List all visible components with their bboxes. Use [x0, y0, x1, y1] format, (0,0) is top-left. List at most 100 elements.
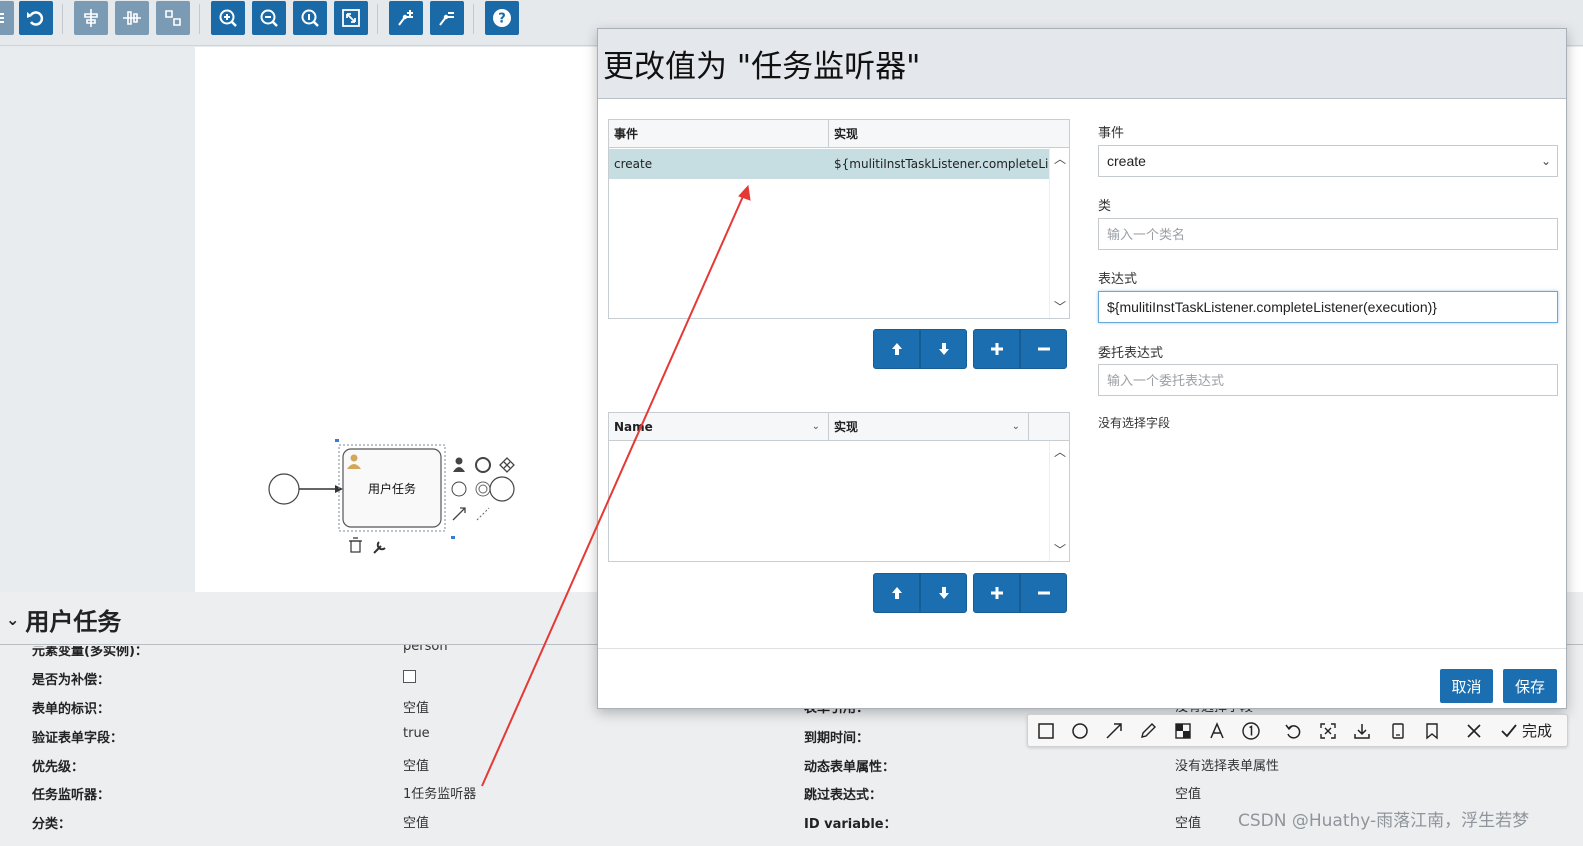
column-header-event[interactable]: 事件	[609, 120, 829, 148]
property-value[interactable]: 空值	[403, 755, 429, 774]
help-icon[interactable]: ?	[485, 1, 519, 35]
property-value[interactable]: person	[403, 645, 448, 654]
crop-tool-icon[interactable]	[1317, 720, 1339, 742]
chevron-down-icon[interactable]: ﹀	[1050, 541, 1070, 558]
move-up-button[interactable]	[873, 329, 920, 369]
gateway-icon[interactable]	[499, 457, 515, 473]
minus-icon	[1037, 591, 1050, 595]
chevron-up-icon[interactable]: ︿	[1050, 150, 1070, 167]
properties-header[interactable]: ⌄ 用户任务	[6, 602, 121, 637]
listener-impl-cell: ${mulitiInstTaskListener.completeLi...	[834, 157, 1049, 171]
arrow-up-icon	[891, 343, 902, 355]
cancel-button[interactable]: 取消	[1440, 669, 1493, 703]
property-value[interactable]: 空值	[1175, 783, 1201, 802]
zoom-actual-icon[interactable]	[293, 1, 327, 35]
arrow-down-icon	[938, 343, 949, 355]
field-grid-header: Name ⌄ 实现 ⌄	[609, 413, 1069, 441]
undo-icon[interactable]	[1282, 720, 1304, 742]
remove-listener-button[interactable]	[1020, 329, 1067, 369]
start-event[interactable]	[268, 473, 300, 505]
connection-icon[interactable]	[452, 507, 466, 521]
delegate-expression-input[interactable]: 输入一个委托表达式	[1098, 364, 1558, 396]
arrow-tool-icon[interactable]	[1103, 720, 1125, 742]
field-grid-scrollbar[interactable]: ︿ ﹀	[1049, 441, 1069, 561]
save-button[interactable]: 保存	[1503, 669, 1557, 703]
property-value[interactable]: 没有选择表单属性	[1175, 755, 1279, 774]
delegate-expression-placeholder: 输入一个委托表达式	[1107, 374, 1225, 389]
dialog-header: 更改值为 "任务监听器"	[598, 29, 1566, 99]
property-value[interactable]: true	[403, 726, 430, 741]
download-icon[interactable]	[1351, 720, 1373, 742]
field-move-down-button[interactable]	[920, 573, 967, 613]
add-listener-button[interactable]	[973, 329, 1020, 369]
move-down-button[interactable]	[920, 329, 967, 369]
property-label: 验证表单字段：	[32, 731, 124, 746]
ellipse-tool-icon[interactable]	[1069, 720, 1091, 742]
property-value[interactable]: 空值	[403, 812, 429, 831]
property-value[interactable]: 空值	[1175, 812, 1201, 831]
undo-icon[interactable]	[19, 1, 53, 35]
event-label: 事件	[1098, 126, 1125, 141]
intermediate-event-icon[interactable]	[451, 481, 467, 497]
property-label: 元素变量(多实例)：	[32, 644, 148, 659]
chevron-down-icon[interactable]: ⌄	[1012, 413, 1020, 441]
user-icon[interactable]	[453, 457, 465, 473]
properties-title: 用户任务	[25, 608, 122, 636]
resize-handle[interactable]	[451, 536, 455, 539]
property-value[interactable]: 空值	[403, 697, 429, 716]
class-label: 类	[1098, 199, 1112, 214]
number-tool-icon[interactable]	[1240, 720, 1262, 742]
text-tool-icon[interactable]	[1206, 720, 1228, 742]
column-header-implementation[interactable]: 实现	[829, 120, 1069, 148]
dialog-footer-divider	[598, 648, 1566, 649]
column-header-name[interactable]: Name ⌄	[609, 413, 829, 441]
event-select[interactable]: create ⌄	[1098, 145, 1558, 177]
pencil-tool-icon[interactable]	[1137, 720, 1159, 742]
column-header-impl-label: 实现	[834, 420, 859, 434]
end-event-icon[interactable]	[475, 457, 491, 473]
remove-field-button[interactable]	[1020, 573, 1067, 613]
change-type-icon[interactable]	[489, 476, 515, 502]
check-icon	[1501, 724, 1517, 738]
zoom-out-icon[interactable]	[252, 1, 286, 35]
task-listener-value[interactable]: 1任务监听器	[403, 783, 476, 802]
expression-input-value: ${mulitiInstTaskListener.completeListene…	[1107, 299, 1437, 315]
association-icon[interactable]	[476, 507, 490, 521]
bookmark-icon[interactable]	[1421, 720, 1443, 742]
column-header-implementation[interactable]: 实现 ⌄	[829, 413, 1029, 441]
align-vertical-icon[interactable]	[115, 1, 149, 35]
zoom-fit-icon[interactable]	[334, 1, 368, 35]
chevron-up-icon[interactable]: ︿	[1050, 443, 1070, 460]
resize-handle[interactable]	[335, 439, 339, 442]
field-move-up-button[interactable]	[873, 573, 920, 613]
bendpoint-remove-icon[interactable]	[430, 1, 464, 35]
menu-icon[interactable]	[0, 1, 14, 35]
class-input[interactable]: 输入一个类名	[1098, 218, 1558, 250]
align-horizontal-icon[interactable]	[74, 1, 108, 35]
property-label: 分类：	[32, 817, 72, 832]
field-grid: Name ⌄ 实现 ⌄ ︿ ﹀	[608, 412, 1070, 562]
event-select-value: create	[1107, 153, 1146, 169]
phone-icon[interactable]	[1387, 720, 1409, 742]
property-label: 到期时间：	[804, 731, 870, 746]
rectangle-tool-icon[interactable]	[1035, 720, 1057, 742]
chevron-down-icon[interactable]: ⌄	[6, 610, 19, 629]
expression-input[interactable]: ${mulitiInstTaskListener.completeListene…	[1098, 291, 1558, 323]
bendpoint-add-icon[interactable]	[389, 1, 423, 35]
listener-grid-header: 事件 实现	[609, 120, 1069, 148]
chevron-down-icon[interactable]: ⌄	[812, 413, 820, 441]
zoom-in-icon[interactable]	[211, 1, 245, 35]
done-button[interactable]: 完成	[1500, 719, 1552, 743]
wrench-icon[interactable]	[373, 541, 386, 554]
boundary-event-icon[interactable]	[475, 481, 491, 497]
add-field-button[interactable]	[973, 573, 1020, 613]
chevron-down-icon[interactable]: ﹀	[1050, 298, 1070, 315]
mosaic-tool-icon[interactable]	[1172, 720, 1194, 742]
close-icon[interactable]	[1463, 720, 1485, 742]
listener-row[interactable]: create ${mulitiInstTaskListener.complete…	[609, 149, 1049, 179]
compensation-checkbox[interactable]	[403, 670, 416, 683]
plus-icon	[990, 587, 1003, 599]
delete-icon[interactable]	[349, 537, 362, 553]
same-size-icon[interactable]	[156, 1, 190, 35]
listener-grid-scrollbar[interactable]: ︿ ﹀	[1049, 148, 1069, 318]
